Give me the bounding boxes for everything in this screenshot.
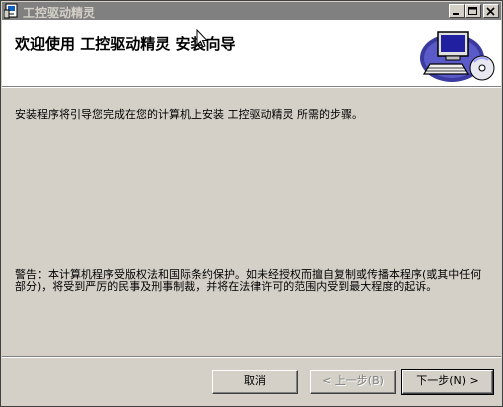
wizard-header: 欢迎使用 工控驱动精灵 安装向导 bbox=[2, 20, 501, 86]
next-button[interactable]: 下一步(N) > bbox=[401, 369, 494, 395]
header-divider bbox=[2, 86, 501, 88]
close-button[interactable] bbox=[483, 4, 499, 18]
close-icon bbox=[486, 7, 495, 16]
installer-window: 工控驱动精灵 欢迎使用 工控驱动精灵 安装向导 安装程序将引导您完成在您的计算机… bbox=[0, 0, 503, 407]
footer-divider bbox=[2, 356, 501, 358]
maximize-button[interactable] bbox=[465, 4, 481, 18]
computer-cd-icon bbox=[420, 31, 495, 82]
mouse-cursor-icon bbox=[196, 29, 208, 48]
title-bar[interactable]: 工控驱动精灵 bbox=[2, 2, 501, 20]
copyright-warning: 警告：本计算机程序受版权法和国际条约保护。如未经授权而擅自复制或传播本程序(或其… bbox=[15, 268, 482, 293]
minimize-icon bbox=[453, 13, 459, 15]
minimize-button[interactable] bbox=[449, 4, 465, 18]
window-title: 工控驱动精灵 bbox=[23, 6, 96, 20]
maximize-icon bbox=[468, 7, 477, 15]
installer-app-icon bbox=[4, 3, 18, 19]
back-button[interactable]: < 上一步(B) bbox=[310, 370, 396, 394]
cancel-button[interactable]: 取消 bbox=[212, 370, 298, 394]
intro-text: 安装程序将引导您完成在您的计算机上安装 工控驱动精灵 所需的步骤。 bbox=[15, 108, 363, 121]
